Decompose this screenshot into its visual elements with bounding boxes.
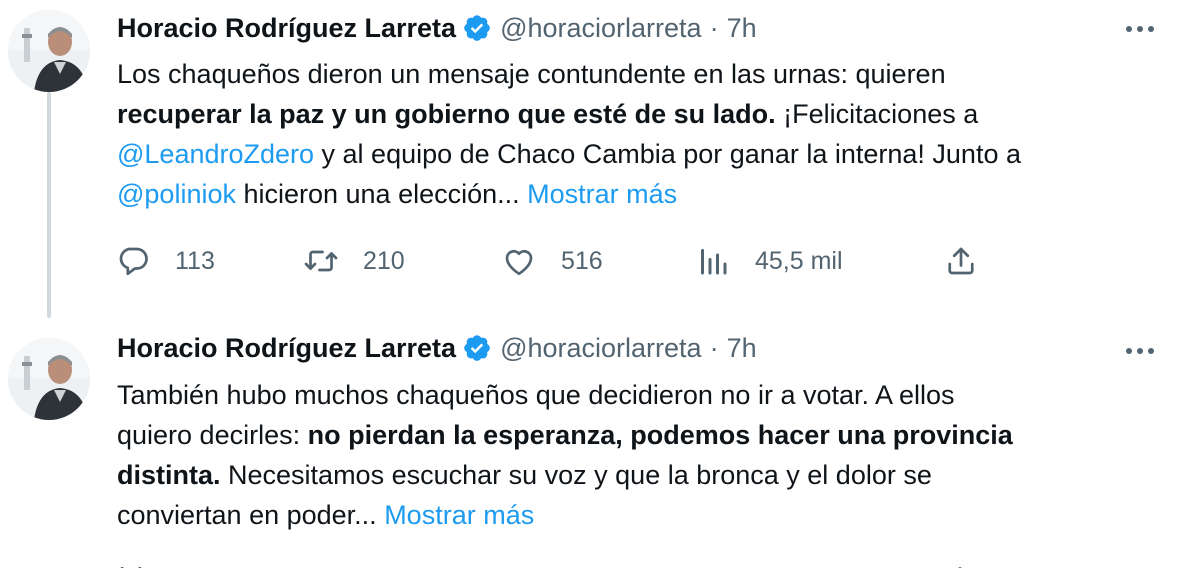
tweet[interactable]: Horacio Rodríguez Larreta @horaciorlarre…	[0, 318, 1200, 568]
tweet-text-line: recuperar la paz y un gobierno que esté …	[117, 94, 1187, 134]
verified-badge-icon	[462, 13, 492, 43]
like-count: 516	[561, 246, 603, 275]
tweet-text: Los chaqueños dieron un mensaje contunde…	[117, 54, 1187, 214]
tweet-actions: 113 210 516 45,5 mil	[115, 238, 985, 284]
bold-text: no pierdan la esperanza, podemos hacer u…	[307, 420, 1013, 450]
verified-badge-icon	[462, 333, 492, 363]
avatar-photo	[8, 10, 90, 92]
next-actions-row-cutoff	[0, 561, 1200, 568]
avatar-photo	[8, 338, 90, 420]
avatar[interactable]	[8, 10, 90, 92]
share-button[interactable]	[943, 238, 979, 284]
tweet-text-line: conviertan en poder... Mostrar más	[117, 495, 1187, 535]
author-name[interactable]: Horacio Rodríguez Larreta	[117, 333, 456, 364]
tweet-text-line: @LeandroZdero y al equipo de Chaco Cambi…	[117, 134, 1187, 174]
reply-button[interactable]: 113	[115, 238, 215, 284]
show-more-link[interactable]: Mostrar más	[384, 500, 534, 530]
retweet-button[interactable]: 210	[303, 238, 405, 284]
tweet-text-line: Los chaqueños dieron un mensaje contunde…	[117, 59, 946, 89]
tweet-text-line: También hubo muchos chaqueños que decidi…	[117, 380, 955, 410]
more-options-icon[interactable]	[1118, 336, 1162, 366]
retweet-icon	[303, 243, 339, 279]
tweet-header: Horacio Rodríguez Larreta @horaciorlarre…	[117, 8, 757, 48]
show-more-link[interactable]: Mostrar más	[527, 179, 677, 209]
tweet-timestamp[interactable]: 7h	[727, 333, 757, 364]
tweet-text: También hubo muchos chaqueños que decidi…	[117, 375, 1187, 535]
text-fragment: Necesitamos escuchar su voz y que la bro…	[220, 460, 932, 490]
separator-dot: ·	[709, 332, 719, 363]
views-icon	[695, 243, 731, 279]
text-fragment: y al equipo de Chaco Cambia por ganar la…	[314, 139, 1021, 169]
views-count: 45,5 mil	[755, 246, 843, 275]
text-fragment: hicieron una elección...	[235, 179, 528, 209]
tweet-timestamp[interactable]: 7h	[727, 13, 757, 44]
tweet-text-line: distinta. Necesitamos escuchar su voz y …	[117, 455, 1187, 495]
share-icon	[943, 243, 979, 279]
text-fragment: quiero decirles:	[117, 420, 308, 450]
more-options-icon[interactable]	[1118, 14, 1162, 44]
views-button[interactable]: 45,5 mil	[695, 238, 843, 284]
mention-link[interactable]: @LeandroZdero	[117, 139, 314, 169]
heart-icon	[501, 243, 537, 279]
text-fragment: ¡Felicitaciones a	[775, 99, 979, 129]
thread-connector-line	[47, 92, 51, 318]
tweet[interactable]: Horacio Rodríguez Larreta @horaciorlarre…	[0, 0, 1200, 318]
mention-link[interactable]: @poliniok	[117, 179, 236, 209]
author-name[interactable]: Horacio Rodríguez Larreta	[117, 13, 456, 44]
author-handle[interactable]: @horaciorlarreta	[500, 333, 702, 364]
reply-icon	[115, 243, 151, 279]
retweet-count: 210	[363, 246, 405, 275]
separator-dot: ·	[709, 12, 719, 43]
avatar[interactable]	[8, 338, 90, 420]
tweet-text-line: @poliniok hicieron una elección... Mostr…	[117, 174, 1187, 214]
like-button[interactable]: 516	[501, 238, 603, 284]
tweet-header: Horacio Rodríguez Larreta @horaciorlarre…	[117, 328, 757, 368]
author-handle[interactable]: @horaciorlarreta	[500, 13, 702, 44]
tweet-text-line: quiero decirles: no pierdan la esperanza…	[117, 415, 1187, 455]
bold-text: recuperar la paz y un gobierno que esté …	[117, 99, 776, 129]
reply-count: 113	[175, 246, 215, 275]
bold-text: distinta.	[117, 460, 221, 490]
text-fragment: conviertan en poder...	[117, 500, 385, 530]
